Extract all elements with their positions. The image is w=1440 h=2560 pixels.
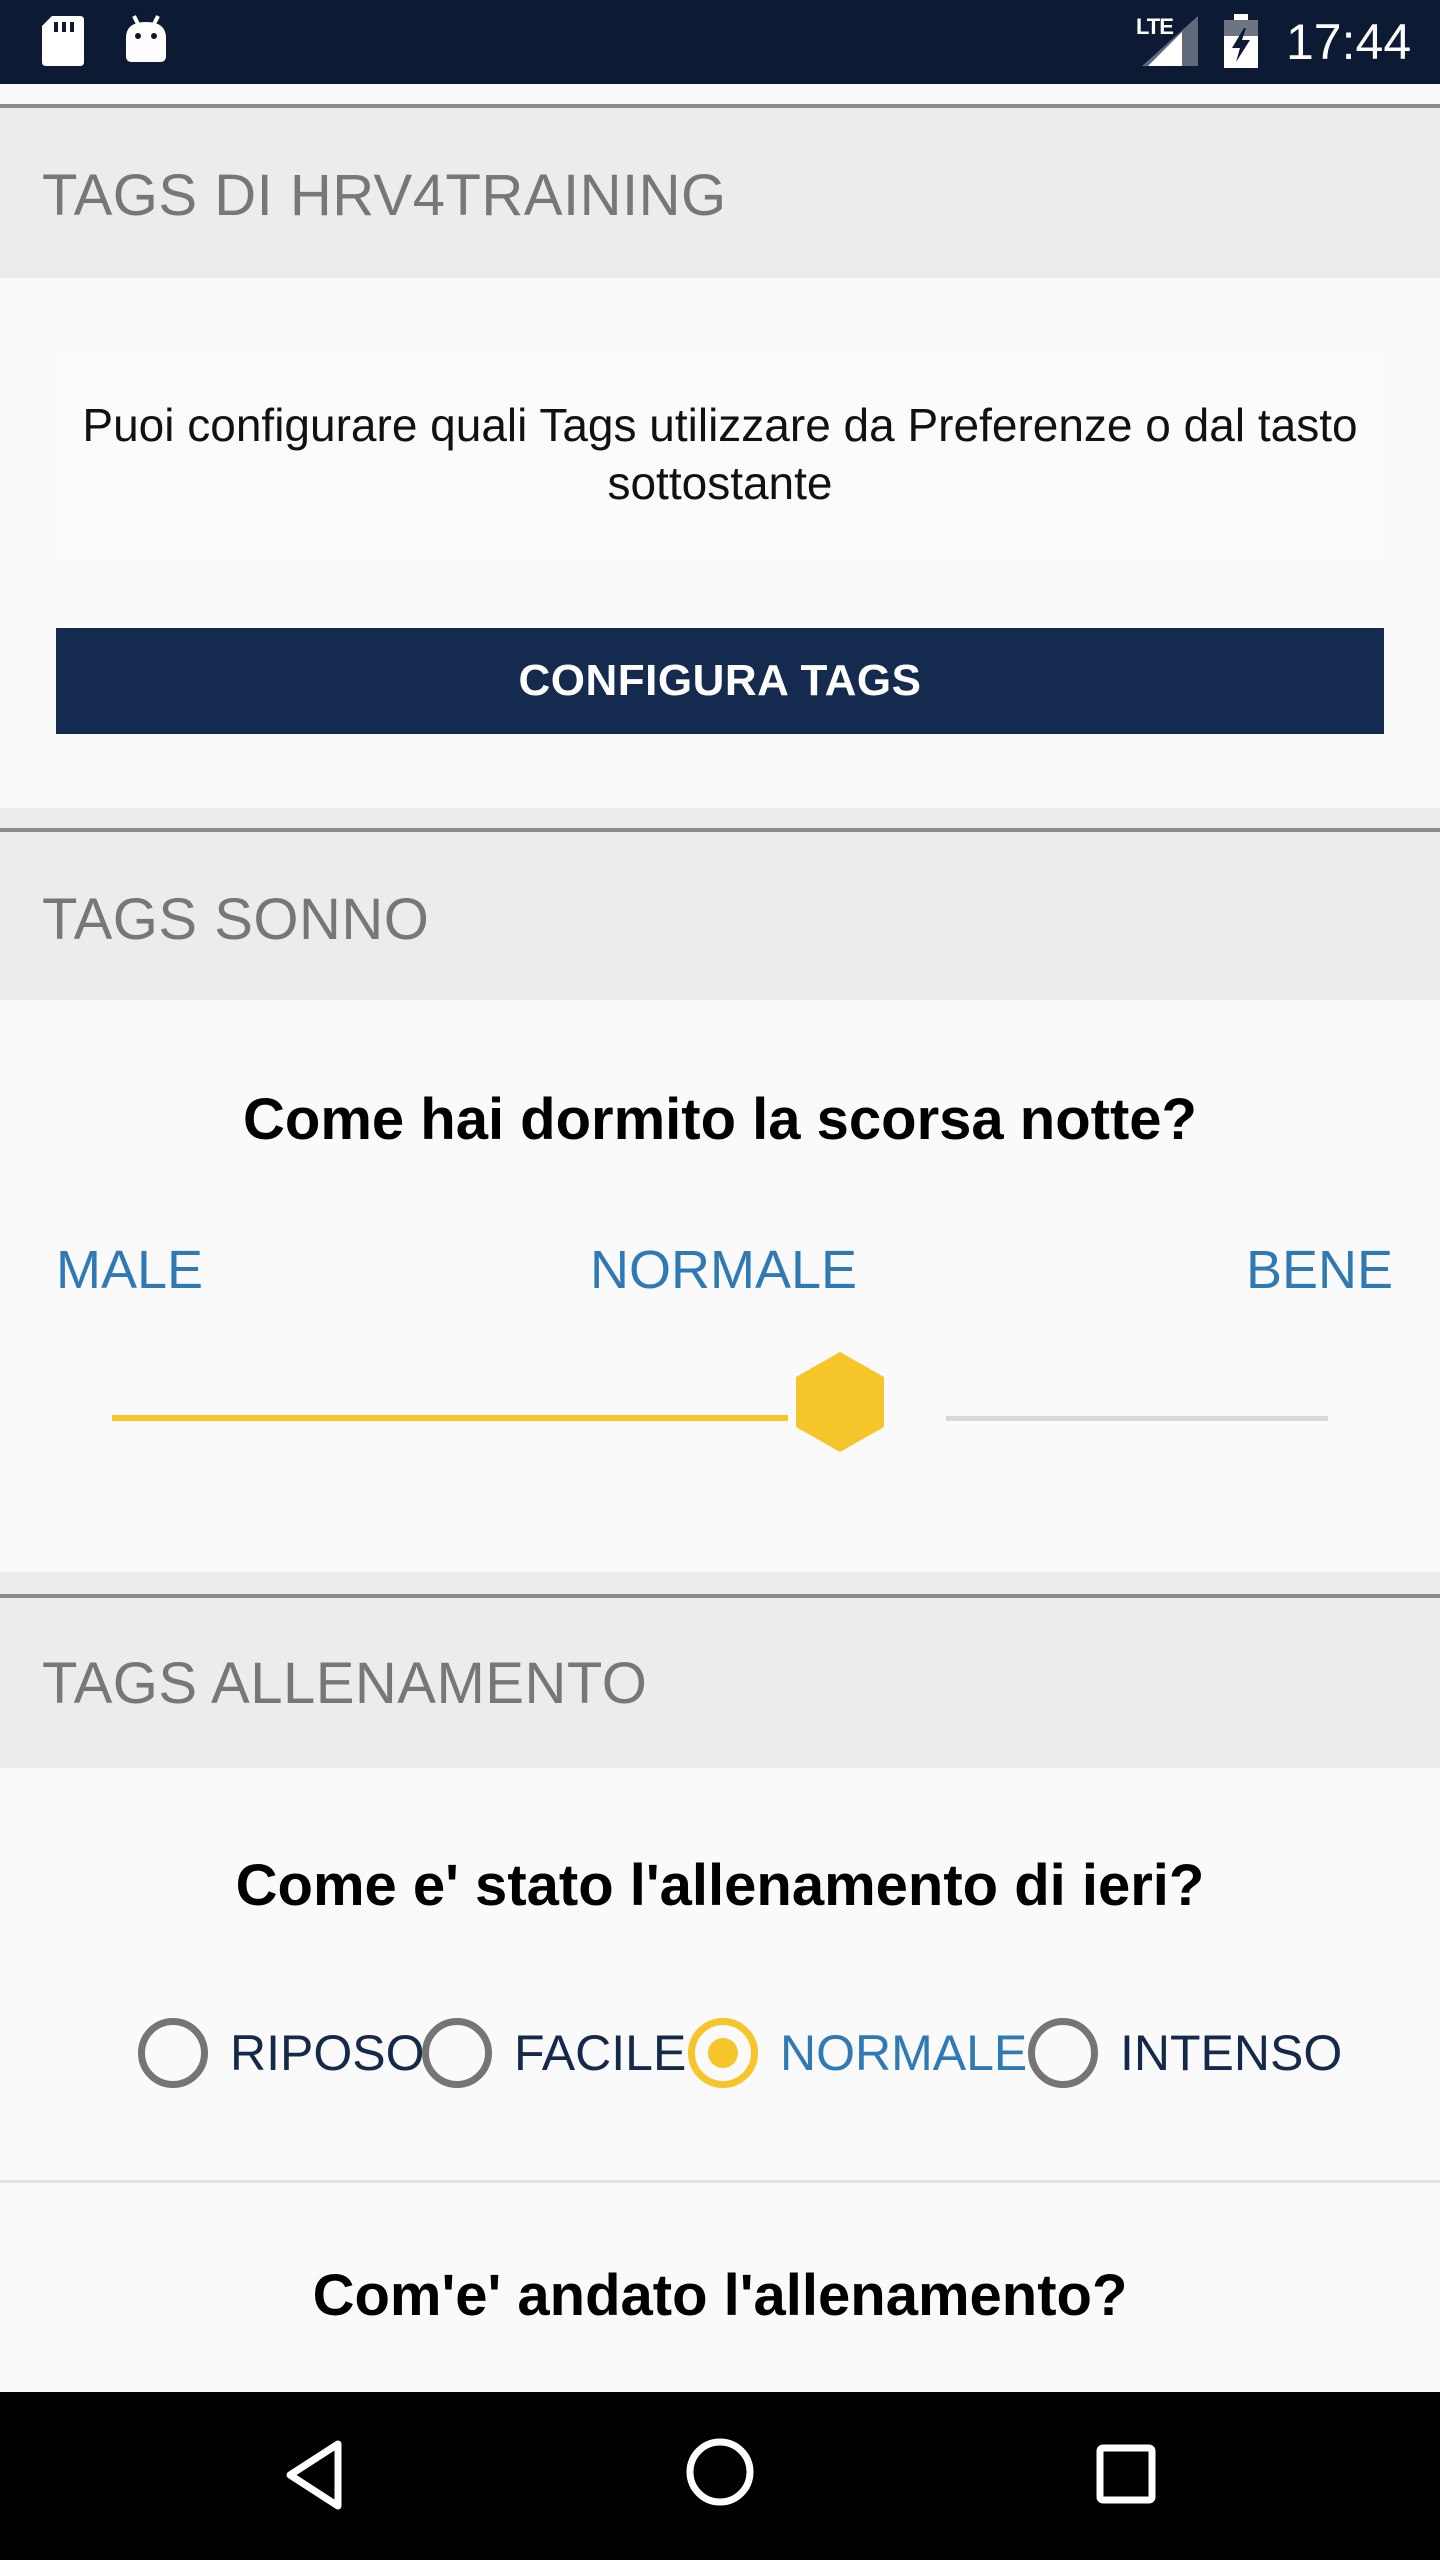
recents-icon[interactable] [1096, 2444, 1156, 2509]
training-outcome-question: Com'e' andato l'allenamento? [312, 2263, 1128, 2328]
section-title: TAGS DI HRV4TRAINING [42, 163, 727, 228]
radio-label-normale[interactable]: NORMALE [780, 2022, 1027, 2084]
section-title: TAGS ALLENAMENTO [42, 1651, 648, 1716]
training-tags-header: TAGS ALLENAMENTO [0, 1598, 1440, 1768]
android-debug-icon [124, 14, 168, 69]
slider-track-filled[interactable] [112, 1415, 788, 1421]
radio-label-facile[interactable]: FACILE [514, 2022, 686, 2084]
hrv-tags-header: TAGS DI HRV4TRAINING [0, 108, 1440, 278]
training-question: Come e' stato l'allenamento di ieri? [235, 1853, 1205, 1918]
status-bar: LTE 17:44 [0, 0, 1440, 84]
section-gap [0, 1572, 1440, 1594]
sd-card-icon [42, 16, 84, 71]
back-icon[interactable] [284, 2440, 344, 2515]
sleep-tags-header: TAGS SONNO [0, 832, 1440, 1000]
radio-riposo[interactable] [138, 2018, 208, 2088]
home-icon[interactable] [684, 2436, 756, 2513]
radio-label-riposo[interactable]: RIPOSO [230, 2022, 424, 2084]
scale-label-low[interactable]: MALE [56, 1238, 203, 1302]
configure-tags-button[interactable]: CONFIGURA TAGS [56, 628, 1384, 734]
sleep-question: Come hai dormito la scorsa notte? [243, 1087, 1197, 1152]
scale-label-mid[interactable]: NORMALE [590, 1238, 857, 1302]
battery-charging-icon [1224, 14, 1258, 73]
list-divider [0, 2180, 1440, 2183]
radio-label-intenso[interactable]: INTENSO [1120, 2022, 1342, 2084]
section-title: TAGS SONNO [42, 887, 430, 952]
radio-intenso[interactable] [1028, 2018, 1098, 2088]
signal-icon [1142, 16, 1198, 71]
radio-facile[interactable] [422, 2018, 492, 2088]
info-text: Puoi configurare quali Tags utilizzare d… [82, 399, 1358, 509]
navigation-bar [0, 2392, 1440, 2560]
slider-thumb[interactable] [790, 1350, 890, 1459]
radio-normale[interactable] [688, 2018, 758, 2088]
clock: 17:44 [1286, 14, 1412, 70]
slider-track-empty[interactable] [946, 1416, 1328, 1421]
section-gap [0, 808, 1440, 828]
scale-label-high[interactable]: BENE [1246, 1238, 1393, 1302]
